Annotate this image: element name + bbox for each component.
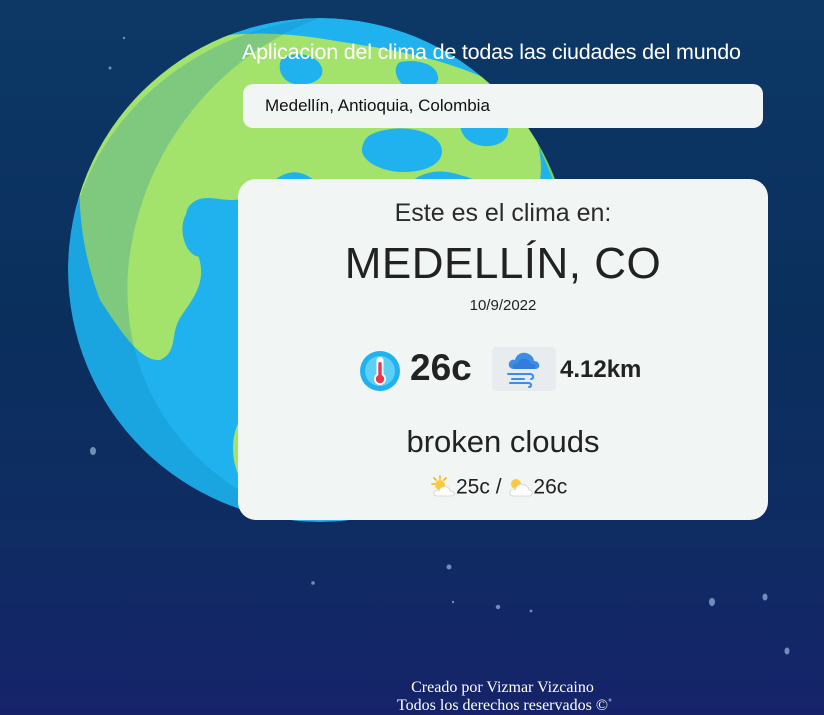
weather-description: broken clouds bbox=[406, 424, 600, 459]
sun-behind-large-cloud-icon bbox=[509, 479, 534, 497]
app-title: Aplicacion del clima de todas las ciudad… bbox=[242, 40, 741, 64]
footer-credit: Creado por Vizmar Vizcaino bbox=[411, 679, 594, 696]
search-box[interactable] bbox=[243, 84, 763, 128]
sun-behind-cloud-icon bbox=[431, 475, 455, 497]
weather-date: 10/9/2022 bbox=[469, 297, 537, 314]
min-max-temperature: 25c / 26c bbox=[430, 475, 567, 503]
weather-heading: Este es el clima en: bbox=[394, 199, 612, 227]
city-name: MEDELLÍN, CO bbox=[344, 239, 662, 288]
wind-value: 4.12km bbox=[560, 356, 642, 383]
temperature-separator: / bbox=[495, 475, 502, 499]
footer-rights: Todos los derechos reservados © bbox=[397, 697, 608, 714]
temperature-value: 26c bbox=[410, 347, 472, 388]
max-temperature: 26c bbox=[533, 475, 568, 499]
wind-icon-container bbox=[492, 347, 556, 391]
cloud-wind-icon bbox=[507, 352, 540, 388]
footer: Creado por Vizmar Vizcaino Todos los der… bbox=[300, 679, 705, 715]
weather-card: Este es el clima en: MEDELLÍN, CO 10/9/2… bbox=[238, 179, 768, 520]
city-search-input[interactable] bbox=[243, 84, 763, 128]
thermometer-icon bbox=[360, 351, 400, 391]
min-temperature: 25c bbox=[456, 475, 490, 499]
